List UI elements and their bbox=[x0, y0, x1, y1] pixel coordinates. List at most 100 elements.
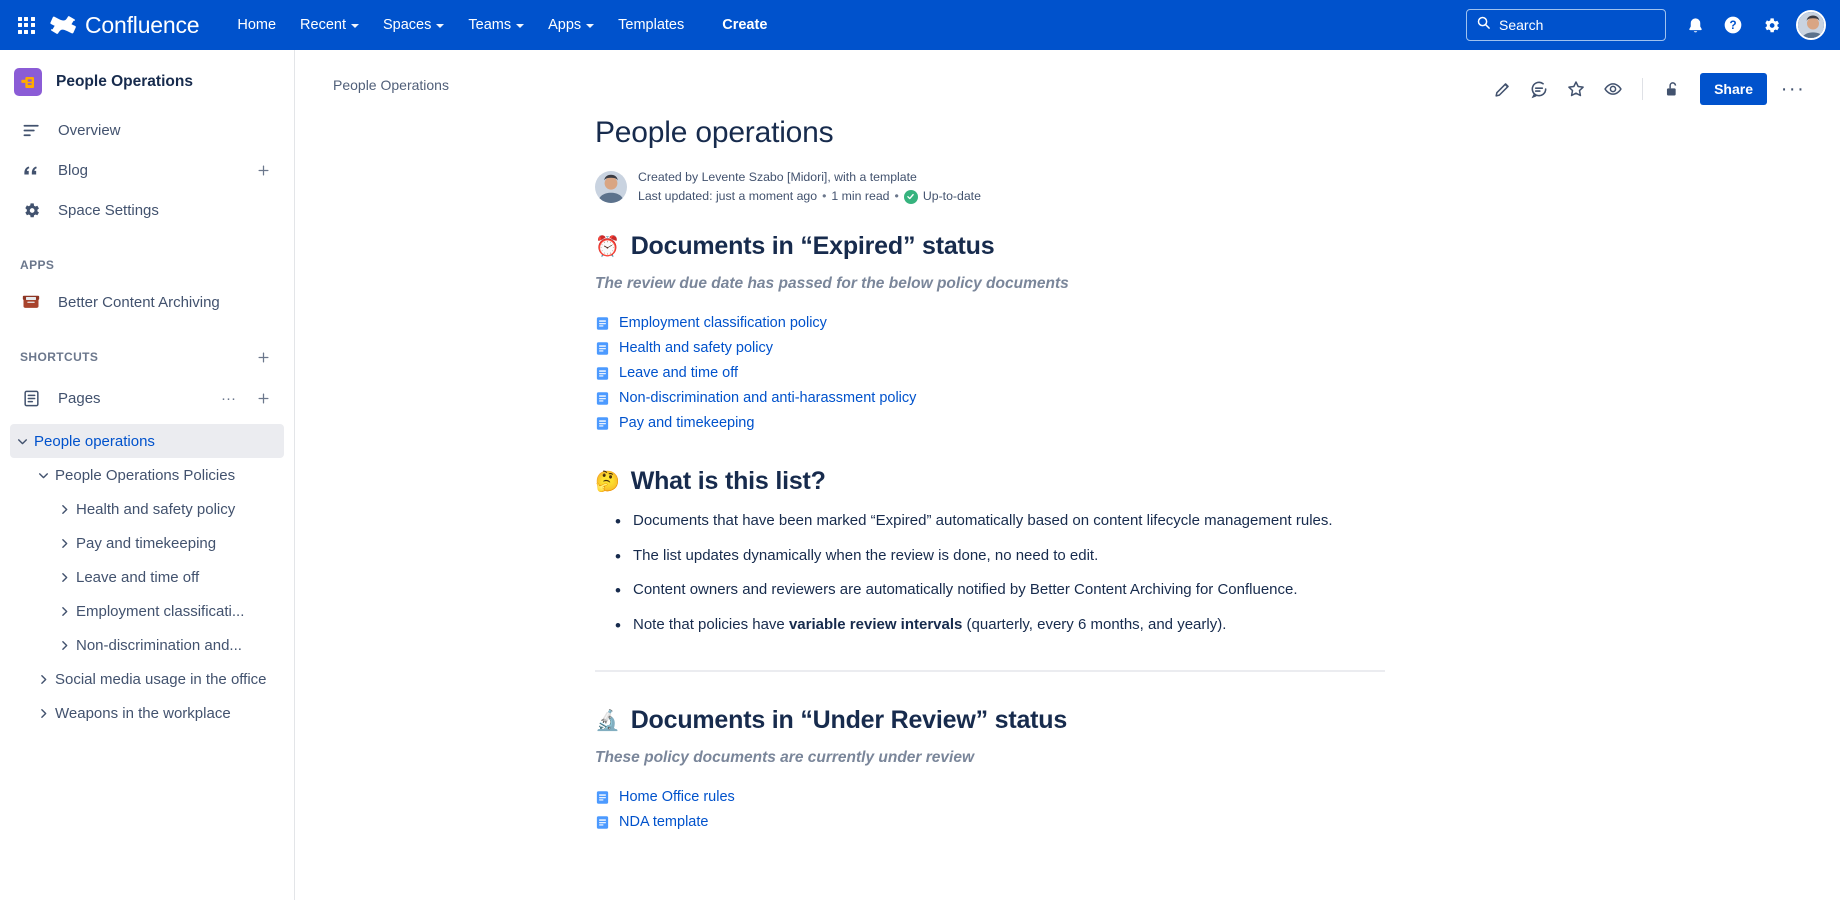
chevron-right-icon[interactable] bbox=[52, 639, 76, 652]
confluence-home-link[interactable]: Confluence bbox=[50, 12, 199, 39]
bullet-text: The list updates dynamically when the re… bbox=[633, 547, 1098, 564]
settings-icon[interactable] bbox=[1754, 8, 1788, 42]
page-tree-item[interactable]: Weapons in the workplace bbox=[10, 696, 284, 730]
help-icon[interactable]: ? bbox=[1716, 8, 1750, 42]
page-tree-item[interactable]: Leave and time off bbox=[10, 560, 284, 594]
document-link[interactable]: Employment classification policy bbox=[595, 315, 827, 331]
document-link[interactable]: Leave and time off bbox=[595, 365, 738, 381]
create-blog-post-button[interactable] bbox=[252, 159, 274, 181]
page-document-icon bbox=[595, 790, 610, 805]
comment-icon[interactable] bbox=[1522, 72, 1556, 106]
sidebar-item-better-content-archiving[interactable]: Better Content Archiving bbox=[10, 282, 284, 322]
notifications-icon[interactable] bbox=[1678, 8, 1712, 42]
more-actions-button[interactable]: ··· bbox=[1776, 72, 1810, 106]
document-link[interactable]: Health and safety policy bbox=[595, 340, 773, 356]
space-header[interactable]: People Operations bbox=[0, 50, 294, 110]
bullet-item: The list updates dynamically when the re… bbox=[615, 545, 1385, 568]
page-tree-item-label: Non-discrimination and... bbox=[76, 637, 276, 654]
share-button[interactable]: Share bbox=[1700, 73, 1767, 105]
search-icon bbox=[1476, 15, 1491, 35]
sidebar-item-overview[interactable]: Overview bbox=[10, 110, 284, 150]
nav-apps-label: Apps bbox=[548, 17, 581, 33]
nav-templates-label: Templates bbox=[618, 17, 684, 33]
shortcuts-section-label: SHORTCUTS bbox=[20, 350, 252, 364]
page-document-icon bbox=[595, 341, 610, 356]
create-button[interactable]: Create bbox=[710, 10, 779, 40]
breadcrumb[interactable]: People Operations bbox=[333, 72, 449, 93]
add-page-button[interactable] bbox=[252, 387, 274, 409]
bullet-text-tail: (quarterly, every 6 months, and yearly). bbox=[962, 616, 1226, 633]
chevron-right-icon[interactable] bbox=[31, 707, 55, 720]
section-heading: 🔬Documents in “Under Review” status bbox=[595, 706, 1385, 735]
alarm-clock-icon: ⏰ bbox=[595, 237, 620, 257]
status-badge-label: Up-to-date bbox=[923, 187, 981, 206]
brand-name: Confluence bbox=[85, 12, 199, 39]
page-document-icon bbox=[595, 316, 610, 331]
chevron-right-icon[interactable] bbox=[52, 503, 76, 516]
unlocked-padlock-icon[interactable] bbox=[1655, 72, 1689, 106]
chevron-right-icon[interactable] bbox=[52, 571, 76, 584]
chevron-right-icon[interactable] bbox=[52, 605, 76, 618]
chevron-right-icon[interactable] bbox=[52, 537, 76, 550]
nav-home[interactable]: Home bbox=[225, 10, 288, 40]
nav-recent[interactable]: Recent bbox=[288, 10, 371, 40]
sidebar-item-blog[interactable]: Blog bbox=[10, 150, 284, 190]
sidebar-item-space-settings[interactable]: Space Settings bbox=[10, 190, 284, 230]
author-avatar[interactable] bbox=[595, 171, 627, 203]
page-byline: Created by Levente Szabo [Midori], with … bbox=[595, 168, 1385, 206]
shortcuts-section-header: SHORTCUTS bbox=[0, 344, 294, 370]
blog-quote-icon bbox=[20, 161, 42, 180]
edit-pencil-icon[interactable] bbox=[1485, 72, 1519, 106]
pages-more-actions-button[interactable]: ··· bbox=[221, 390, 236, 407]
search-input[interactable] bbox=[1499, 17, 1656, 33]
create-button-label: Create bbox=[722, 17, 767, 33]
nav-spaces-label: Spaces bbox=[383, 17, 431, 33]
check-circle-icon bbox=[904, 190, 918, 204]
page-tree-item[interactable]: Non-discrimination and... bbox=[10, 628, 284, 662]
global-navigation-bar: Confluence Home Recent Spaces Teams Apps… bbox=[0, 0, 1840, 50]
watch-eye-icon[interactable] bbox=[1596, 72, 1630, 106]
profile-avatar[interactable] bbox=[1796, 10, 1826, 40]
bullet-text: Documents that have been marked “Expired… bbox=[633, 512, 1333, 529]
page-tree-item-label: Leave and time off bbox=[76, 569, 276, 586]
microscope-icon: 🔬 bbox=[595, 711, 620, 731]
page-tree-item[interactable]: Health and safety policy bbox=[10, 492, 284, 526]
document-link[interactable]: Non-discrimination and anti-harassment p… bbox=[595, 390, 916, 406]
nav-apps[interactable]: Apps bbox=[536, 10, 606, 40]
chevron-right-icon[interactable] bbox=[31, 673, 55, 686]
page-tree-item[interactable]: Pay and timekeeping bbox=[10, 526, 284, 560]
overview-icon bbox=[20, 121, 42, 140]
document-link[interactable]: Pay and timekeeping bbox=[595, 415, 754, 431]
page-tree-item-label: Health and safety policy bbox=[76, 501, 276, 518]
add-shortcut-button[interactable] bbox=[252, 346, 274, 368]
pages-header-row: Pages ··· bbox=[0, 378, 294, 418]
chevron-down-icon[interactable] bbox=[31, 469, 55, 482]
search-box[interactable] bbox=[1466, 9, 1666, 41]
sidebar-item-overview-label: Overview bbox=[58, 122, 274, 139]
star-icon[interactable] bbox=[1559, 72, 1593, 106]
page-tree-item-label: Pay and timekeeping bbox=[76, 535, 276, 552]
page-tree-item[interactable]: People Operations Policies bbox=[10, 458, 284, 492]
page-tree-item[interactable]: People operations bbox=[10, 424, 284, 458]
document-link-label: NDA template bbox=[619, 814, 708, 830]
app-switcher-icon[interactable] bbox=[8, 7, 44, 43]
confluence-logo-icon bbox=[50, 12, 76, 38]
page-tree-item[interactable]: Employment classificati... bbox=[10, 594, 284, 628]
nav-templates[interactable]: Templates bbox=[606, 10, 696, 40]
page-tree-item-label: People operations bbox=[34, 433, 276, 450]
nav-teams[interactable]: Teams bbox=[456, 10, 536, 40]
byline-sep-2: • bbox=[895, 187, 899, 206]
page-tree-item[interactable]: Social media usage in the office bbox=[10, 662, 284, 696]
chevron-down-icon[interactable] bbox=[10, 435, 34, 448]
document-link-label: Non-discrimination and anti-harassment p… bbox=[619, 390, 916, 406]
chevron-down-icon bbox=[516, 24, 524, 28]
document-link-list: Employment classification policy Health a… bbox=[595, 315, 1385, 431]
document-link[interactable]: NDA template bbox=[595, 814, 708, 830]
sidebar-item-pages[interactable]: Pages ··· bbox=[10, 378, 284, 418]
svg-text:?: ? bbox=[1729, 19, 1736, 32]
page-document-icon bbox=[595, 366, 610, 381]
apps-section-header: APPS bbox=[0, 252, 294, 278]
nav-spaces[interactable]: Spaces bbox=[371, 10, 456, 40]
page-tree: People operations People Operations Polic… bbox=[0, 424, 294, 730]
document-link[interactable]: Home Office rules bbox=[595, 789, 735, 805]
